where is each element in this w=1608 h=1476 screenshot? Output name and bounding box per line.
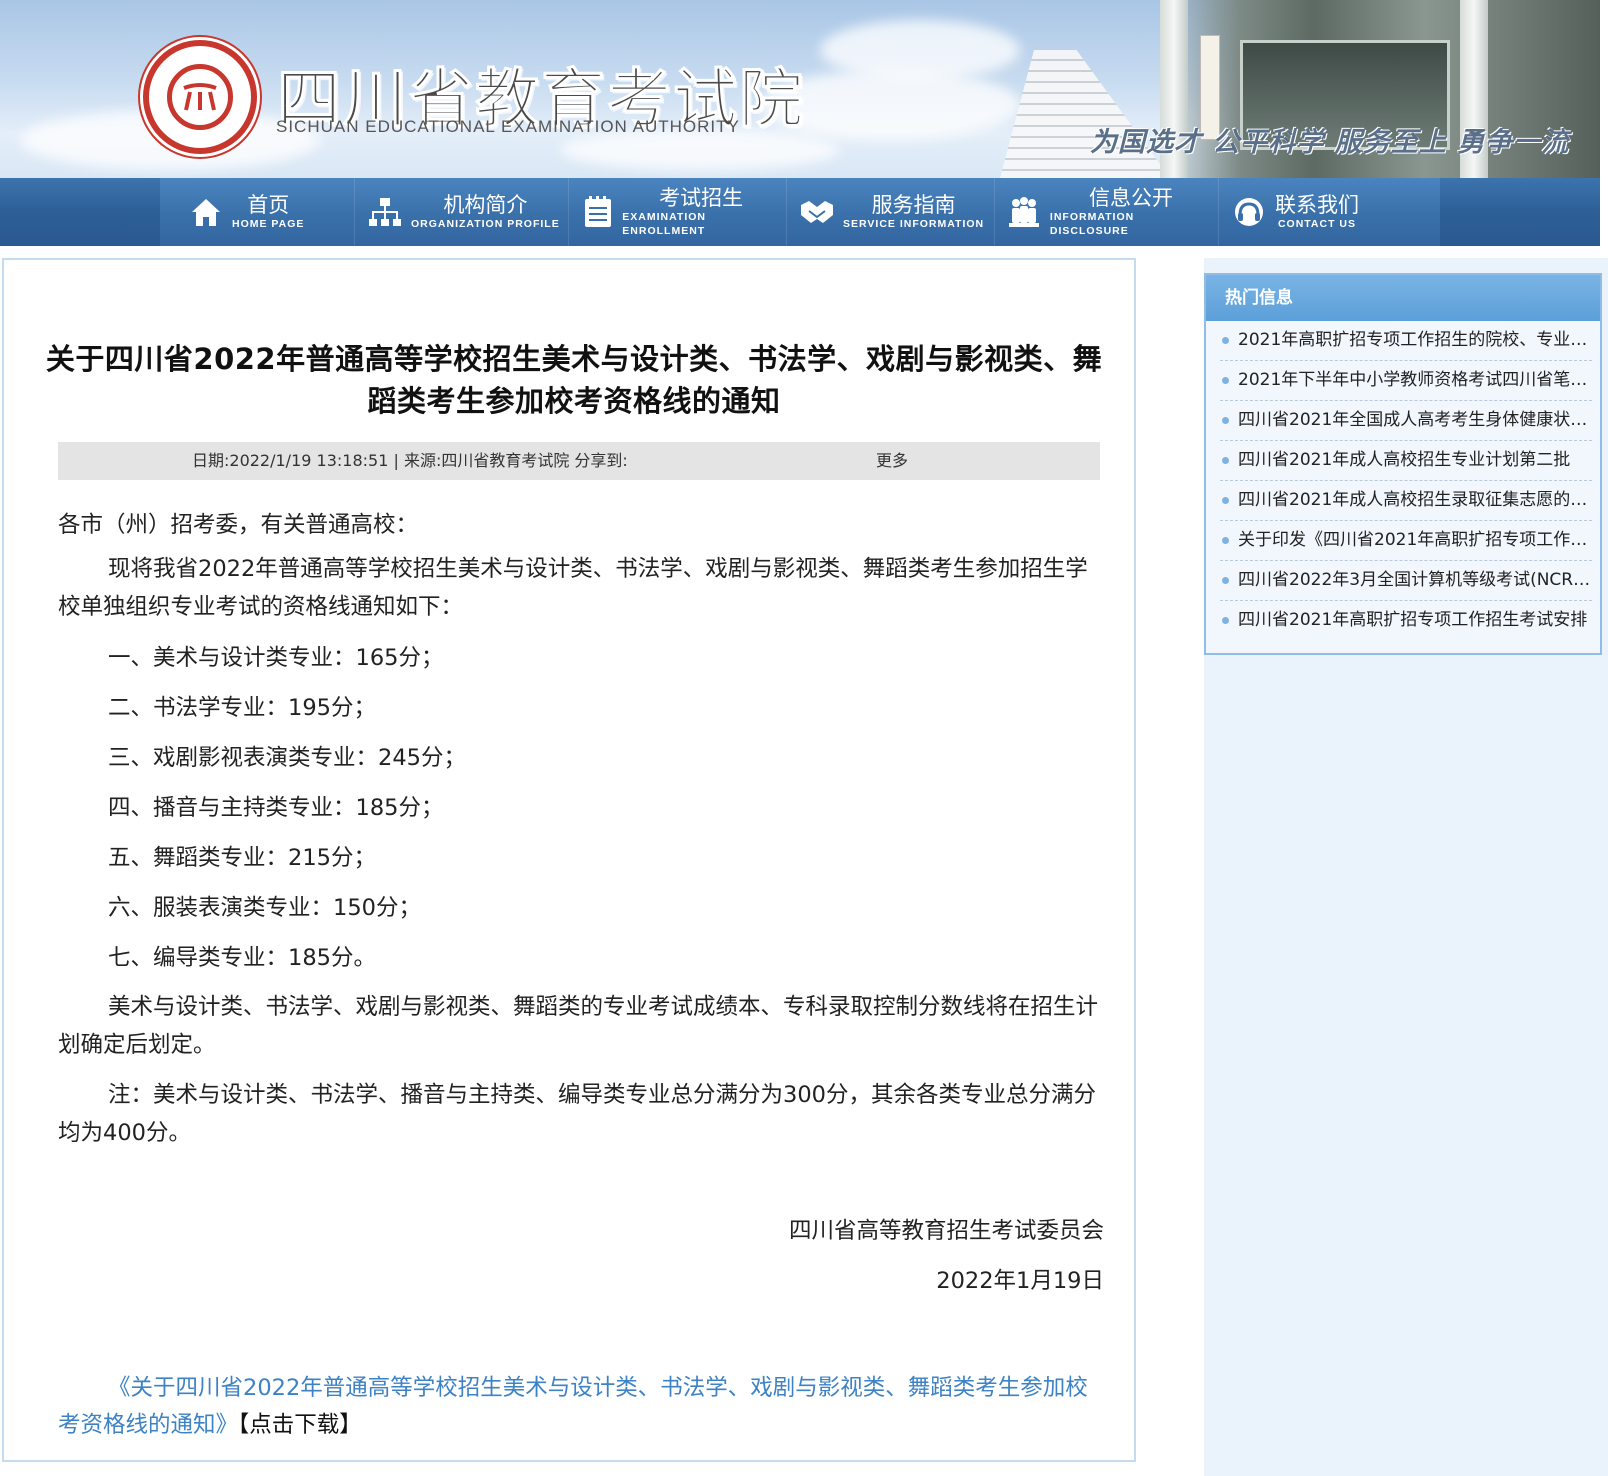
- nav-item-home[interactable]: 首页 HOME PAGE: [160, 178, 355, 246]
- nav-item-service[interactable]: 服务指南 SERVICE INFORMATION: [787, 178, 995, 246]
- download-link[interactable]: 《关于四川省2022年普通高等学校招生美术与设计类、书法学、戏剧与影视类、舞蹈类…: [58, 1375, 1088, 1438]
- headset-icon: [1231, 194, 1267, 230]
- nav-label-cn: 首页: [247, 193, 290, 217]
- site-title-english: SICHUAN EDUCATIONAL EXAMINATION AUTHORIT…: [276, 117, 740, 136]
- logo-seal-icon[interactable]: [143, 40, 257, 154]
- hot-info-item[interactable]: 四川省2021年高职扩招专项工作招生考试安排: [1220, 601, 1592, 641]
- article-date: 2022年1月19日: [936, 1268, 1104, 1294]
- nav-label-en: CONTACT US: [1277, 218, 1357, 230]
- handshake-icon: [799, 194, 835, 230]
- nav-label-en: EXAMINATION ENROLLMENT: [622, 211, 707, 237]
- nav-label-en: HOME PAGE: [232, 218, 305, 230]
- nav-item-contact[interactable]: 联系我们 CONTACT US: [1219, 178, 1419, 246]
- article-signature: 四川省高等教育招生考试委员会: [788, 1218, 1104, 1244]
- site-slogan: 为国选才 公平科学 服务至上 勇争一流: [1090, 127, 1570, 158]
- nav-item-examination[interactable]: 考试招生 EXAMINATION ENROLLMENT: [569, 178, 787, 246]
- nav-label-en: ORGANIZATION PROFILE: [411, 218, 560, 230]
- article-paragraph: 美术与设计类、书法学、戏剧与影视类、舞蹈类的专业考试成绩本、专科录取控制分数线将…: [58, 994, 1099, 1058]
- nav-label-cn: 服务指南: [871, 193, 956, 217]
- hot-info-item[interactable]: 四川省2021年成人高校招生录取征集志愿的通知: [1220, 481, 1592, 521]
- hot-info-item[interactable]: 2021年高职扩招专项工作招生的院校、专业及计划: [1220, 321, 1592, 361]
- download-paragraph: 《关于四川省2022年普通高等学校招生美术与设计类、书法学、戏剧与影视类、舞蹈类…: [58, 1370, 1104, 1444]
- hot-info-panel: 热门信息 2021年高职扩招专项工作招生的院校、专业及计划 2021年下半年中小…: [1204, 273, 1602, 655]
- nav-label-cn: 联系我们: [1275, 193, 1359, 217]
- list-item: 一、美术与设计类专业：165分；: [108, 645, 444, 671]
- hot-info-item[interactable]: 关于印发《四川省2021年高职扩招专项工作实施方案》: [1220, 521, 1592, 561]
- people-icon: [1007, 194, 1042, 230]
- hot-info-list: 2021年高职扩招专项工作招生的院校、专业及计划 2021年下半年中小学教师资格…: [1206, 321, 1600, 641]
- hot-info-item[interactable]: 四川省2022年3月全国计算机等级考试(NCRE)报名: [1220, 561, 1592, 601]
- home-icon: [188, 194, 224, 230]
- nav-item-organization[interactable]: 机构简介 ORGANIZATION PROFILE: [355, 178, 569, 246]
- hot-info-item[interactable]: 2021年下半年中小学教师资格考试四川省笔试考区: [1220, 361, 1592, 401]
- hot-info-item[interactable]: 四川省2021年成人高校招生专业计划第二批: [1220, 441, 1592, 481]
- hot-info-header: 热门信息: [1206, 275, 1600, 321]
- seal-emblem-icon: [183, 83, 217, 111]
- article-note: 注：美术与设计类、书法学、播音与主持类、编导类专业总分满分为300分，其余各类专…: [58, 1082, 1096, 1146]
- article-panel: 关于四川省2022年普通高等学校招生美术与设计类、书法学、戏剧与影视类、舞蹈类考…: [2, 258, 1136, 1462]
- list-item: 五、舞蹈类专业：215分；: [108, 845, 376, 871]
- nav-label-cn: 机构简介: [443, 193, 528, 217]
- article-title: 关于四川省2022年普通高等学校招生美术与设计类、书法学、戏剧与影视类、舞蹈类考…: [45, 342, 1103, 418]
- nav-item-information[interactable]: 信息公开 INFORMATION DISCLOSURE: [995, 178, 1219, 246]
- list-item: 六、服装表演类专业：150分；: [108, 895, 421, 921]
- list-item: 七、编导类专业：185分。: [108, 945, 376, 971]
- list-item: 三、戏剧影视表演类专业：245分；: [108, 745, 466, 771]
- nav-label-en: INFORMATION DISCLOSURE: [1049, 211, 1135, 237]
- article-intro: 现将我省2022年普通高等学校招生美术与设计类、书法学、戏剧与影视类、舞蹈类考生…: [58, 556, 1088, 620]
- hot-info-item[interactable]: 四川省2021年全国成人高考考生身体健康状况报告: [1220, 401, 1592, 441]
- nav-label-cn: 信息公开: [1088, 186, 1173, 210]
- article-body: 各市（州）招考委，有关普通高校： 现将我省2022年普通高等学校招生美术与设计类…: [58, 502, 1104, 1300]
- org-chart-icon: [367, 194, 403, 230]
- nav-label-cn: 考试招生: [659, 186, 744, 210]
- download-button[interactable]: 【点击下载】: [238, 1412, 362, 1438]
- article-greeting: 各市（州）招考委，有关普通高校：: [58, 512, 419, 538]
- main-navigation: 首页 HOME PAGE 机构简介 ORGANIZATION PROFILE 考…: [0, 178, 1600, 246]
- list-item: 二、书法学专业：195分；: [108, 695, 376, 721]
- share-more-link[interactable]: 更多: [876, 442, 908, 480]
- nav-label-en: SERVICE INFORMATION: [843, 218, 985, 230]
- list-item: 四、播音与主持类专业：185分；: [108, 795, 444, 821]
- document-list-icon: [581, 194, 614, 230]
- header-banner: 四川省教育考试院 SICHUAN EDUCATIONAL EXAMINATION…: [0, 0, 1600, 178]
- article-meta: 日期:2022/1/19 13:18:51 | 来源:四川省教育考试院 分享到:: [192, 451, 628, 470]
- article-meta-bar: 日期:2022/1/19 13:18:51 | 来源:四川省教育考试院 分享到:…: [58, 442, 1100, 480]
